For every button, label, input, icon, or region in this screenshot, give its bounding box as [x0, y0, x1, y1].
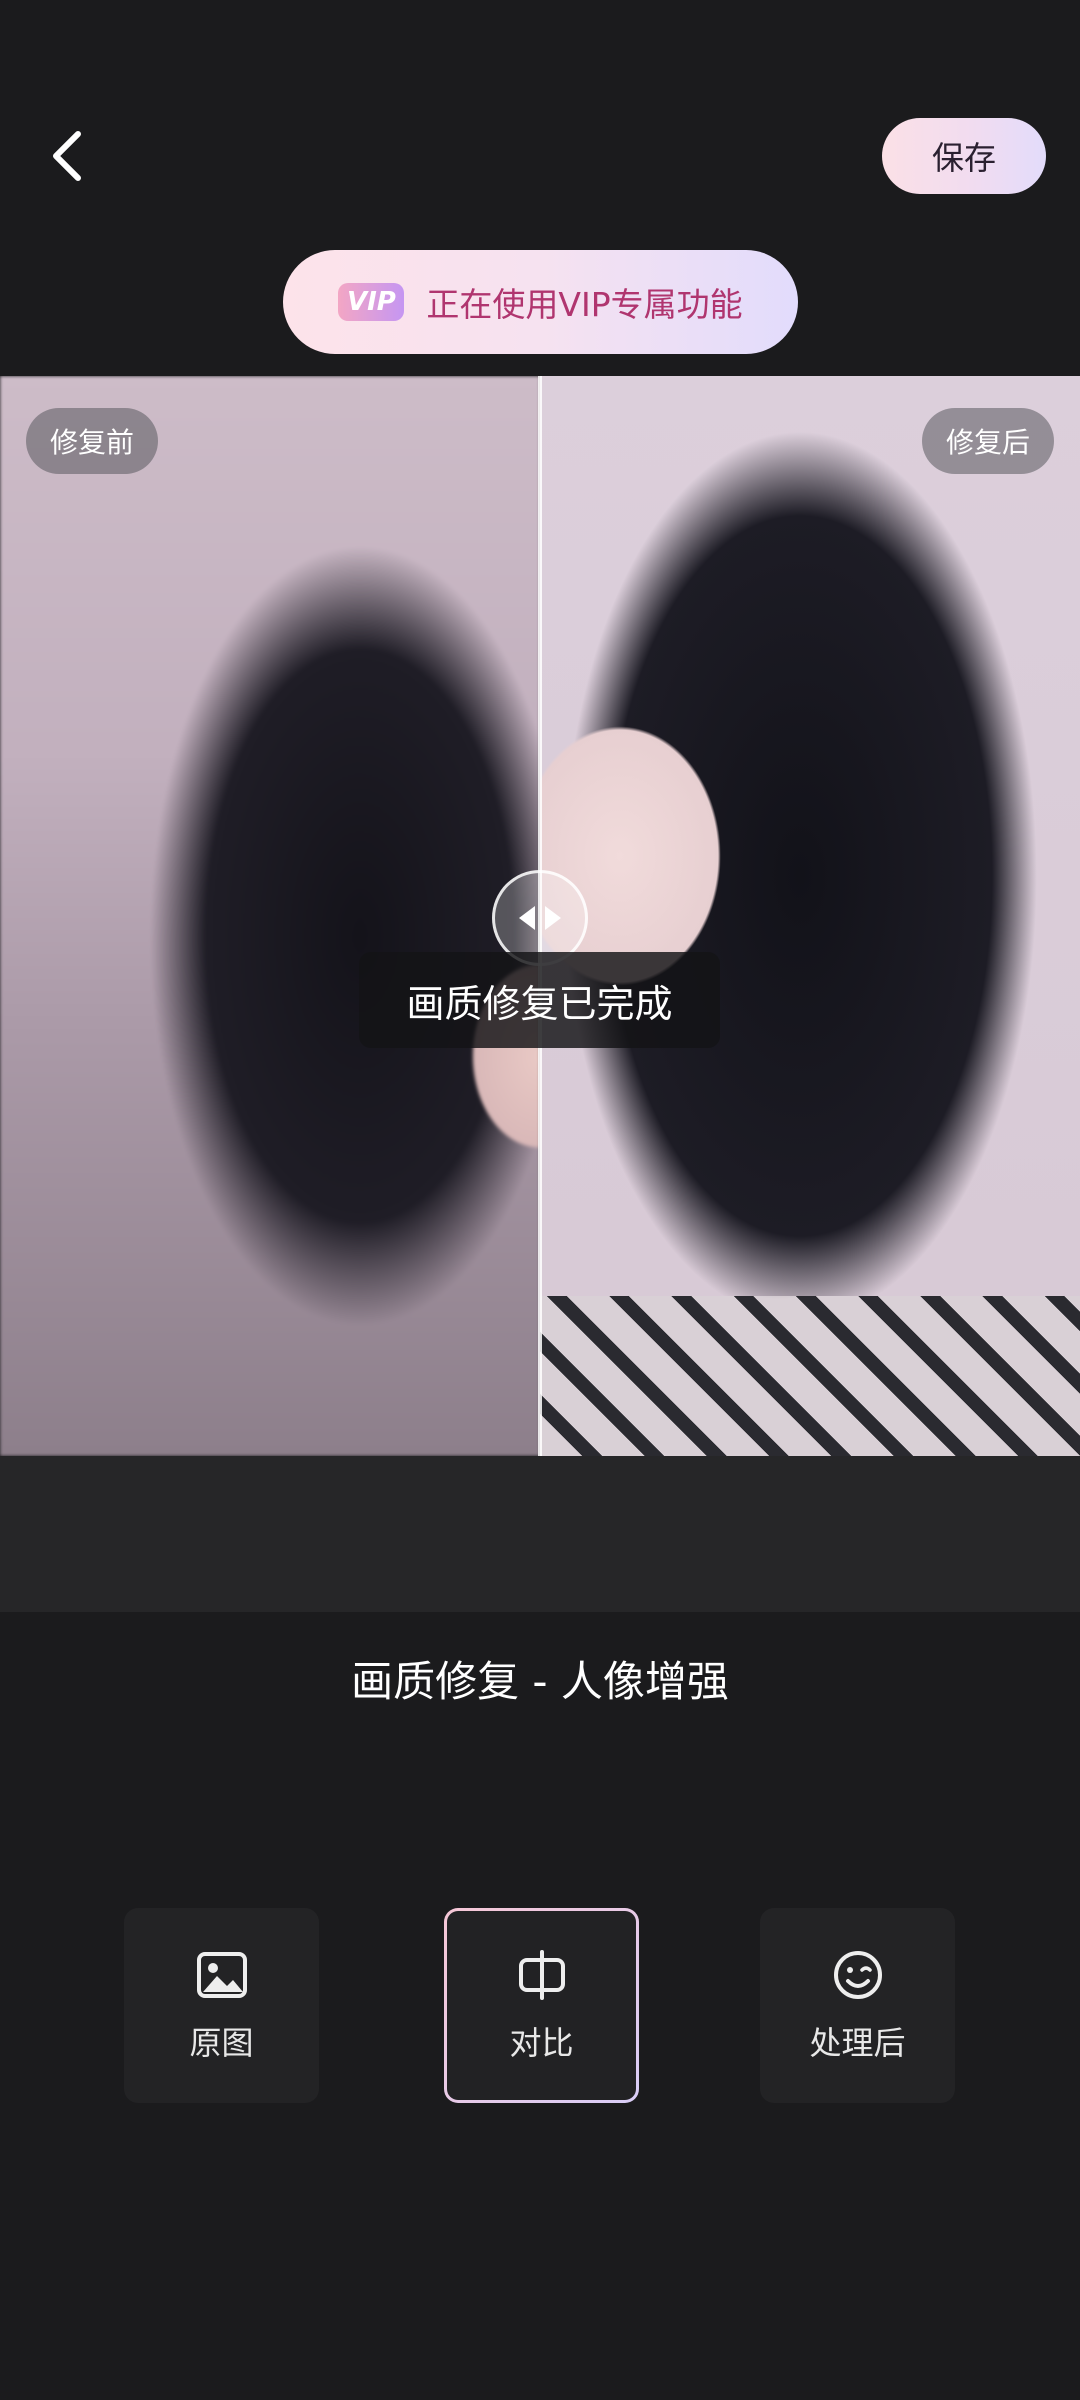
vip-badge: VIP	[338, 283, 405, 321]
vip-banner-text: 正在使用VIP专属功能	[426, 285, 743, 324]
option-processed[interactable]: 处理后	[760, 1908, 955, 2103]
option-original[interactable]: 原图	[124, 1908, 319, 2103]
arrow-right-icon	[545, 906, 561, 930]
option-compare[interactable]: 对比	[444, 1908, 639, 2103]
toast-message: 画质修复已完成	[359, 952, 720, 1048]
option-compare-label: 对比	[509, 2023, 574, 2062]
option-processed-label: 处理后	[809, 2023, 906, 2062]
option-original-label: 原图	[189, 2023, 254, 2062]
before-label: 修复前	[26, 408, 159, 474]
before-image	[0, 376, 540, 1456]
after-label: 修复后	[921, 408, 1054, 474]
feature-title: 画质修复 - 人像增强	[351, 1657, 729, 1706]
after-image	[540, 376, 1080, 1456]
spacer-band	[0, 1456, 1080, 1612]
save-button[interactable]: 保存	[882, 118, 1046, 194]
image-icon	[196, 1951, 247, 1998]
arrow-left-icon	[519, 906, 535, 930]
smile-icon	[833, 1950, 882, 1999]
compare-icon	[518, 1949, 565, 2000]
chevron-left-icon	[53, 131, 81, 181]
back-button[interactable]	[40, 120, 100, 190]
vip-banner[interactable]: VIP 正在使用VIP专属功能	[283, 250, 798, 354]
compare-photo[interactable]: 修复前 修复后 画质修复已完成	[0, 376, 1080, 1456]
